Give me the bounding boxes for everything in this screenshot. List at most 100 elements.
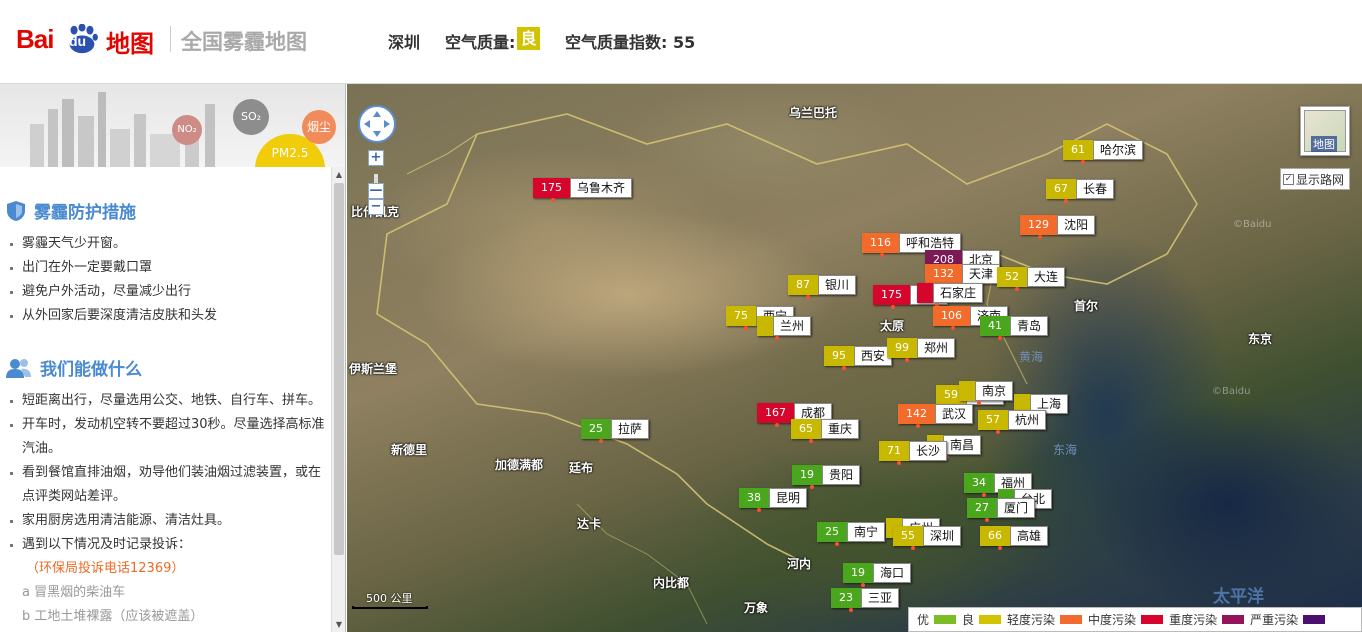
- checkbox-checked-icon[interactable]: ✓: [1283, 173, 1294, 185]
- map-label-vientiane: 万象: [744, 601, 769, 615]
- aqi-value: 95: [824, 346, 854, 366]
- aqi-marker[interactable]: 55 深圳: [893, 526, 962, 550]
- map-label-newdelhi: 新德里: [391, 443, 428, 457]
- aqi-marker[interactable]: 41 青岛: [980, 316, 1049, 340]
- logo-map-text: 地图: [106, 30, 154, 58]
- city-name: 深圳: [923, 526, 962, 546]
- map-copyright: ©Baidu: [1212, 386, 1251, 397]
- scale-label: 500 公里: [366, 592, 413, 605]
- aqi-marker[interactable]: 27 厦门: [967, 498, 1036, 522]
- aqi-marker[interactable]: 19 贵阳: [792, 465, 861, 489]
- map-label-yellow-sea: 黄海: [1019, 350, 1044, 364]
- map-type-label: 地图: [1311, 136, 1337, 152]
- aqi-value: 129: [1020, 215, 1057, 235]
- legend-label: 优: [917, 613, 930, 627]
- city-name: 沈阳: [1057, 215, 1096, 235]
- current-city[interactable]: 深圳: [388, 29, 420, 53]
- todo-title-text: 我们能做什么: [40, 360, 142, 380]
- aqi-marker[interactable]: 61 哈尔滨: [1063, 140, 1144, 164]
- aqi-marker[interactable]: 兰州: [757, 316, 812, 340]
- aqi-value: 25: [817, 522, 847, 542]
- aqi-marker[interactable]: 25 拉萨: [581, 419, 650, 443]
- aqi-value: 55: [893, 526, 923, 546]
- city-name: 昆明: [769, 488, 808, 508]
- aqi-marker[interactable]: 95 西安: [824, 346, 893, 370]
- pm25-label: PM2.5: [271, 146, 309, 160]
- header: Bai du 地图 全国雾霾地图 深圳 空气质量: 良 空气质量指数: 55: [0, 0, 1362, 84]
- no2-bubble: NO₂: [172, 115, 202, 145]
- aqi-marker[interactable]: 67 长春: [1046, 179, 1115, 203]
- aqi-marker[interactable]: 132 天津: [925, 264, 1001, 288]
- zoom-out-button[interactable]: −: [368, 199, 384, 215]
- aqi-value: 27: [967, 498, 997, 518]
- city-name: 重庆: [821, 419, 860, 439]
- aqi-value: 23: [831, 588, 861, 608]
- city-name: 天津: [962, 264, 1001, 284]
- aqi-value: 99: [887, 338, 917, 358]
- city-name: 大连: [1027, 267, 1066, 287]
- aqi-value: 52: [997, 267, 1027, 287]
- aqi-value: 167: [757, 403, 794, 423]
- aqi-marker[interactable]: 87 银川: [788, 275, 857, 299]
- aqi-value: 175: [873, 285, 910, 305]
- zoom-in-button[interactable]: +: [368, 150, 384, 166]
- todo-list: 短距离出行，尽量选用公交、地铁、自行车、拼车。 开车时，发动机空转不要超过30秒…: [10, 389, 328, 629]
- dust-label: 烟尘: [306, 120, 331, 134]
- complaint-hotline: （环保局投诉电话12369）: [26, 561, 185, 576]
- aqi-marker[interactable]: 65 重庆: [791, 419, 860, 443]
- scroll-thumb[interactable]: [334, 183, 344, 555]
- aqi-marker[interactable]: 175 乌鲁木齐: [533, 178, 633, 202]
- map-label-taiyuan: 太原: [880, 319, 905, 333]
- sidebar: NO₂ SO₂ PM2.5 烟尘 雾霾防护措施 雾霾天气少开窗。 出门在外一定要…: [0, 84, 346, 632]
- aqi-marker[interactable]: 66 高雄: [980, 526, 1049, 550]
- sidebar-scrollbar[interactable]: ▲ ▼: [331, 167, 345, 632]
- air-quality-badge: 良: [517, 27, 540, 50]
- baidu-map-logo[interactable]: Bai du 地图: [14, 6, 159, 58]
- people-icon: [6, 358, 31, 378]
- scroll-down-arrow-icon[interactable]: ▼: [332, 617, 345, 632]
- aqi-index-text: 空气质量指数: 55: [565, 33, 696, 52]
- map-label-tokyo: 东京: [1248, 332, 1273, 346]
- aqi-marker[interactable]: 25 南宁: [817, 522, 886, 546]
- aqi-marker[interactable]: 71 长沙: [879, 441, 948, 465]
- aqi-marker[interactable]: 129 沈阳: [1020, 215, 1096, 239]
- scroll-up-arrow-icon[interactable]: ▲: [332, 167, 345, 182]
- city-name: 乌鲁木齐: [570, 178, 633, 198]
- city-name: 武汉: [935, 404, 974, 424]
- aqi-value: 71: [879, 441, 909, 461]
- aqi-marker[interactable]: 38 昆明: [739, 488, 808, 512]
- aqi-value: 75: [726, 306, 756, 326]
- complaint-item-a: a 冒黑烟的柴油车: [22, 585, 126, 600]
- aqi-marker[interactable]: 57 杭州: [978, 410, 1047, 434]
- map-label-dhaka: 达卡: [577, 517, 602, 531]
- aqi-value: 57: [978, 410, 1008, 430]
- aqi-value: 61: [1063, 140, 1093, 160]
- aqi-marker[interactable]: 99 郑州: [887, 338, 956, 362]
- aqi-marker[interactable]: 23 三亚: [831, 588, 900, 612]
- aqi-value: 38: [739, 488, 769, 508]
- pan-arrows-icon[interactable]: [360, 107, 394, 141]
- legend-swatch: [1222, 615, 1245, 624]
- so2-bubble: SO₂: [233, 99, 269, 135]
- aqi-marker[interactable]: 52 大连: [997, 267, 1066, 291]
- city-name: 南宁: [847, 522, 886, 542]
- list-item: 遇到以下情况及时记录投诉：: [10, 533, 328, 557]
- pan-control[interactable]: [358, 105, 396, 143]
- aqi-marker[interactable]: 石家庄: [917, 283, 984, 307]
- aqi-marker[interactable]: 142 武汉: [898, 404, 974, 428]
- map-label-hanoi: 河内: [787, 557, 812, 571]
- pollutant-banner: NO₂ SO₂ PM2.5 烟尘: [0, 84, 345, 167]
- list-item: 避免户外活动，尽量减少出行: [10, 280, 328, 304]
- legend-label: 良: [962, 613, 975, 627]
- haze-map[interactable]: 乌兰巴托 比什凯克 伊斯兰堡 新德里 加德满都 廷布 达卡 河内 内比都 万象 …: [347, 84, 1362, 632]
- map-label-seoul: 首尔: [1074, 299, 1099, 313]
- zoom-slider-handle[interactable]: —: [368, 183, 384, 199]
- protection-list: 雾霾天气少开窗。 出门在外一定要戴口罩 避免户外活动，尽量减少出行 从外回家后要…: [10, 232, 328, 328]
- aqi-value: 25: [581, 419, 611, 439]
- road-network-toggle[interactable]: ✓ 显示路网: [1280, 168, 1350, 190]
- aqi-value: [959, 381, 975, 401]
- map-type-toggle[interactable]: 地图: [1300, 106, 1350, 156]
- aqi-marker[interactable]: 19 海口: [843, 563, 912, 587]
- aqi-marker[interactable]: 南京: [959, 381, 1014, 405]
- road-network-label: 显示路网: [1296, 172, 1345, 187]
